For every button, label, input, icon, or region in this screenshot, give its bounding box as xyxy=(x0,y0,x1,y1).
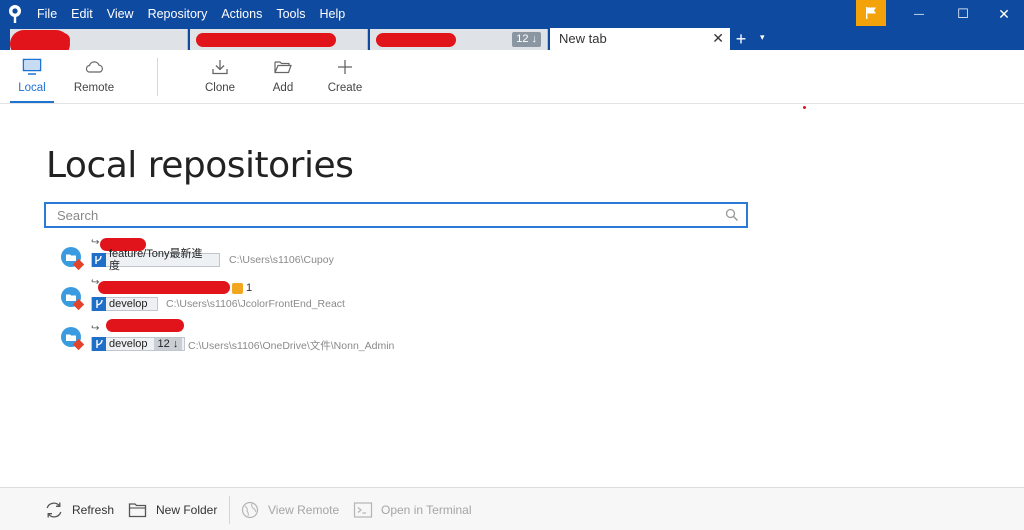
view-remote-button[interactable]: View Remote xyxy=(240,499,339,521)
menu-help[interactable]: Help xyxy=(313,0,353,28)
maximize-button[interactable]: ☐ xyxy=(940,0,986,28)
menu-repository[interactable]: Repository xyxy=(141,0,215,28)
title-bar: File Edit View Repository Actions Tools … xyxy=(0,0,1024,50)
tab-new-tab[interactable]: New tab ✕ xyxy=(550,28,730,50)
tab-repo-2[interactable] xyxy=(190,29,368,50)
repository-path: C:\Users\s1106\OneDrive\文件\Nonn_Admin xyxy=(188,340,395,352)
refresh-label: Refresh xyxy=(72,503,115,517)
open-terminal-label: Open in Terminal xyxy=(381,503,472,517)
toolbar-divider xyxy=(157,58,158,96)
uncommitted-changes-count: 1 xyxy=(246,282,253,294)
refresh-icon xyxy=(46,502,62,518)
redaction-mark xyxy=(98,281,230,294)
new-folder-label: New Folder xyxy=(156,503,218,517)
add-button[interactable]: Add xyxy=(265,58,301,94)
local-button[interactable]: Local xyxy=(10,58,54,103)
tab-dropdown-icon[interactable]: ▾ xyxy=(760,32,765,43)
plus-icon xyxy=(338,60,352,74)
branch-name: feature/Tony最新進度 xyxy=(108,248,203,272)
add-label: Add xyxy=(272,82,294,94)
create-button[interactable]: Create xyxy=(324,58,366,94)
notification-flag-button[interactable] xyxy=(856,0,886,26)
repository-item[interactable]: ↪ feature/Tony最新進度 C:\Users\s1106\Cupoy xyxy=(60,237,760,274)
menu-bar: File Edit View Repository Actions Tools … xyxy=(0,0,352,28)
repository-item[interactable]: ↪ 1 develop C:\Users\s1106\JcolorFrontEn… xyxy=(60,277,760,314)
new-folder-button[interactable]: New Folder xyxy=(128,499,217,521)
menu-file[interactable]: File xyxy=(30,0,64,28)
tab-close-icon[interactable]: ✕ xyxy=(712,30,724,47)
menu-tools[interactable]: Tools xyxy=(269,0,312,28)
branch-chip: develop xyxy=(91,297,158,311)
redaction-mark xyxy=(376,33,456,47)
clone-label: Clone xyxy=(204,82,236,94)
close-window-button[interactable]: ✕ xyxy=(984,0,1024,28)
minimize-icon: — xyxy=(914,8,924,20)
create-label: Create xyxy=(327,82,363,94)
menu-actions[interactable]: Actions xyxy=(214,0,269,28)
behind-count-badge: 12 ↓ xyxy=(512,32,541,47)
branch-icon xyxy=(92,297,106,311)
git-repo-icon xyxy=(61,247,85,271)
uncommitted-changes-icon xyxy=(232,283,243,294)
bottombar-divider xyxy=(229,496,230,524)
flag-icon xyxy=(866,7,876,19)
globe-icon xyxy=(241,501,259,519)
sourcetree-logo-icon xyxy=(0,0,30,28)
menu-view[interactable]: View xyxy=(100,0,141,28)
minimize-button[interactable]: — xyxy=(896,0,942,28)
download-icon xyxy=(212,60,228,75)
page-title: Local repositories xyxy=(46,145,354,186)
app-window: File Edit View Repository Actions Tools … xyxy=(0,0,1024,530)
behind-count-badge: 12 ↓ xyxy=(153,338,183,350)
close-icon: ✕ xyxy=(998,5,1010,22)
repository-path: C:\Users\s1106\JcolorFrontEnd_React xyxy=(166,298,345,310)
tab-repo-3[interactable]: 12 ↓ xyxy=(370,29,548,50)
remote-tracking-icon: ↪ xyxy=(91,323,100,334)
tab-label: New tab xyxy=(559,31,607,46)
branch-name: develop xyxy=(109,298,148,310)
remote-button[interactable]: Remote xyxy=(70,58,118,94)
terminal-icon xyxy=(353,502,373,518)
new-tab-button[interactable]: + xyxy=(732,29,750,49)
menu-edit[interactable]: Edit xyxy=(64,0,100,28)
maximize-icon: ☐ xyxy=(957,6,969,21)
bottom-bar: Refresh New Folder View Remote Open in T… xyxy=(0,487,1024,530)
branch-chip: develop 12 ↓ xyxy=(91,337,185,351)
local-label: Local xyxy=(18,82,46,94)
view-remote-label: View Remote xyxy=(268,503,340,517)
search-icon xyxy=(725,208,739,222)
search-input[interactable] xyxy=(46,204,706,226)
repository-path: C:\Users\s1106\Cupoy xyxy=(229,254,334,266)
open-terminal-button[interactable]: Open in Terminal xyxy=(353,499,472,521)
search-box[interactable] xyxy=(44,202,748,228)
redaction-mark xyxy=(196,33,336,47)
branch-icon xyxy=(92,337,106,351)
redaction-mark xyxy=(803,106,806,109)
remote-tracking-icon: ↪ xyxy=(91,237,100,248)
branch-icon xyxy=(92,253,106,267)
git-repo-icon xyxy=(61,327,85,351)
repository-item[interactable]: ↪ develop 12 ↓ C:\Users\s1106\OneDrive\文… xyxy=(60,318,760,354)
git-repo-icon xyxy=(61,287,85,311)
branch-name: develop xyxy=(109,338,148,350)
remote-label: Remote xyxy=(73,82,115,94)
cloud-icon xyxy=(85,61,103,73)
clone-button[interactable]: Clone xyxy=(200,58,240,94)
branch-chip: feature/Tony最新進度 xyxy=(91,248,220,272)
refresh-button[interactable]: Refresh xyxy=(44,499,114,521)
redaction-mark xyxy=(106,319,184,332)
folder-open-icon xyxy=(274,61,292,74)
monitor-icon xyxy=(22,58,42,75)
toolbar: Local Remote Clone Add Create xyxy=(0,50,1024,104)
new-folder-icon xyxy=(128,503,147,518)
